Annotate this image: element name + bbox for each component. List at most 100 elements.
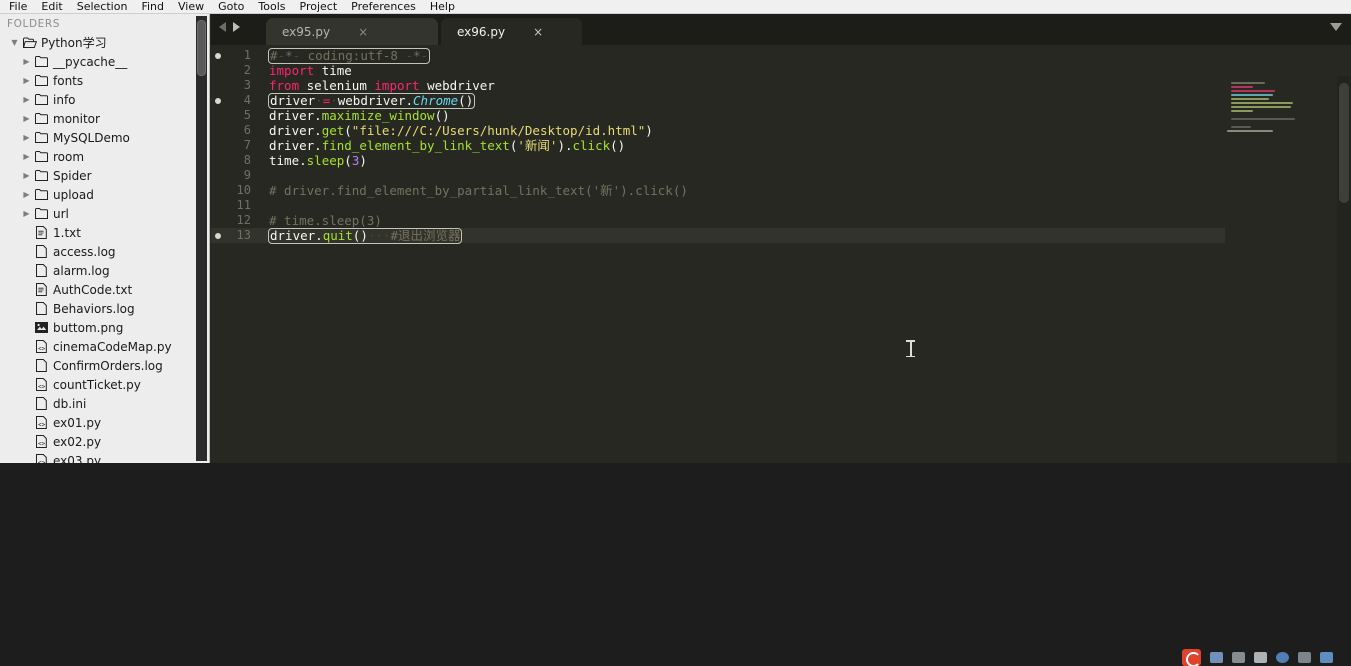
tree-item-file-authcodetxt[interactable]: AuthCode.txt: [0, 280, 209, 299]
tree-file-label: Behaviors.log: [53, 301, 135, 316]
tree-item-file-ex03py[interactable]: <> ex03.py: [0, 451, 209, 463]
code-line[interactable]: 11: [211, 198, 1351, 213]
line-number: 7: [243, 138, 251, 152]
menu-find[interactable]: Find: [134, 0, 171, 13]
chevron-right-icon[interactable]: ▶: [20, 152, 33, 161]
tree-item-folder-spider[interactable]: ▶ Spider: [0, 166, 209, 185]
line-marker-empty: [211, 213, 225, 228]
menu-tools[interactable]: Tools: [251, 0, 292, 13]
tree-folder-label: Spider: [53, 168, 92, 183]
menu-edit[interactable]: Edit: [34, 0, 69, 13]
tree-item-folder-info[interactable]: ▶ info: [0, 90, 209, 109]
tree-folder-label: monitor: [53, 111, 100, 126]
svg-text:<>: <>: [38, 384, 46, 391]
tree-item-folder-fonts[interactable]: ▶ fonts: [0, 71, 209, 90]
chevron-down-icon[interactable]: ▼: [8, 38, 21, 47]
chevron-right-icon[interactable]: ▶: [20, 57, 33, 66]
sogou-ime-icon[interactable]: [1182, 648, 1201, 666]
tree-item-file-accesslog[interactable]: access.log: [0, 242, 209, 261]
tree-item-file-cinemacodemappy[interactable]: <> cinemaCodeMap.py: [0, 337, 209, 356]
tree-item-file-ex01py[interactable]: <> ex01.py: [0, 413, 209, 432]
code-editor[interactable]: 1 #-*- coding:utf-8 -*- 2 import time 3 …: [211, 45, 1351, 463]
chevron-right-icon[interactable]: ▶: [20, 171, 33, 180]
tab-bar: ex95.py × ex96.py ×: [211, 14, 1351, 45]
tree-item-folder-mysqldemo[interactable]: ▶ MySQLDemo: [0, 128, 209, 147]
previous-tab-icon[interactable]: [219, 22, 226, 32]
menu-help[interactable]: Help: [423, 0, 462, 13]
tree-item-file-countticketpy[interactable]: <> countTicket.py: [0, 375, 209, 394]
code-line[interactable]: 4 driver·=·webdriver.Chrome(): [211, 93, 1351, 109]
chevron-right-icon[interactable]: ▶: [20, 190, 33, 199]
tab-ex96[interactable]: ex96.py ×: [441, 18, 582, 45]
python-file-icon: <>: [33, 454, 50, 463]
code-line[interactable]: 3 from selenium import webdriver: [211, 78, 1351, 93]
code-text: # driver.find_element_by_partial_link_te…: [269, 183, 688, 198]
python-file-icon: <>: [33, 378, 50, 391]
code-text: driver.find_element_by_link_text('新闻').c…: [269, 138, 626, 153]
file-icon: [33, 397, 50, 410]
menu-view[interactable]: View: [171, 0, 211, 13]
tree-folder-label: MySQLDemo: [53, 130, 130, 145]
tree-item-folder-pycache[interactable]: ▶ __pycache__: [0, 52, 209, 71]
tree-item-file-alarmlog[interactable]: alarm.log: [0, 261, 209, 280]
code-text: #-*- coding:utf-8 -*-: [267, 48, 431, 64]
line-marker-empty: [211, 138, 225, 153]
sidebar-scrollbar-track[interactable]: [196, 16, 207, 461]
code-line-current[interactable]: 13 driver.quit()···#退出浏览器: [211, 228, 1351, 244]
close-icon[interactable]: ×: [533, 26, 543, 38]
line-marker-empty: [211, 123, 225, 138]
tree-item-file-confirmorderslog[interactable]: ConfirmOrders.log: [0, 356, 209, 375]
tree-item-file-1txt[interactable]: 1.txt: [0, 223, 209, 242]
code-line[interactable]: 12 # time.sleep(3): [211, 213, 1351, 228]
menu-preferences[interactable]: Preferences: [344, 0, 423, 13]
ime-tool-icon-4[interactable]: [1276, 651, 1289, 663]
tree-item-folder-monitor[interactable]: ▶ monitor: [0, 109, 209, 128]
tree-item-folder-upload[interactable]: ▶ upload: [0, 185, 209, 204]
tree-folder-label: fonts: [53, 73, 84, 88]
code-line[interactable]: 9: [211, 168, 1351, 183]
tree-item-folder-url[interactable]: ▶ url: [0, 204, 209, 223]
line-number: 8: [243, 153, 251, 167]
code-line[interactable]: 10 # driver.find_element_by_partial_link…: [211, 183, 1351, 198]
menu-goto[interactable]: Goto: [211, 0, 251, 13]
ime-tool-icon-6[interactable]: [1320, 651, 1333, 663]
line-number: 4: [243, 93, 251, 107]
menu-selection[interactable]: Selection: [70, 0, 135, 13]
tree-item-root-folder[interactable]: ▼ Python学习: [0, 33, 209, 52]
editor-scrollbar-thumb[interactable]: [1339, 83, 1349, 203]
tree-file-label: buttom.png: [53, 320, 124, 335]
sidebar-scrollbar-thumb[interactable]: [197, 20, 206, 76]
tree-item-file-buttompng[interactable]: buttom.png: [0, 318, 209, 337]
ime-taskbar[interactable]: [1178, 648, 1351, 666]
chevron-right-icon[interactable]: ▶: [20, 133, 33, 142]
chevron-right-icon[interactable]: ▶: [20, 209, 33, 218]
code-line[interactable]: 5 driver.maximize_window(): [211, 108, 1351, 123]
tree-item-file-dbini[interactable]: db.ini: [0, 394, 209, 413]
chevron-right-icon[interactable]: ▶: [20, 76, 33, 85]
tab-ex95[interactable]: ex95.py ×: [266, 18, 438, 45]
code-line[interactable]: 2 import time: [211, 63, 1351, 78]
tree-item-folder-room[interactable]: ▶ room: [0, 147, 209, 166]
chevron-down-icon[interactable]: [1330, 23, 1342, 31]
chevron-right-icon[interactable]: ▶: [20, 114, 33, 123]
minimap[interactable]: [1225, 76, 1337, 463]
next-tab-icon[interactable]: [233, 22, 240, 32]
code-line[interactable]: 1 #-*- coding:utf-8 -*-: [211, 48, 1351, 64]
ime-tool-icon-3[interactable]: [1254, 651, 1267, 663]
code-line[interactable]: 6 driver.get("file:///C:/Users/hunk/Desk…: [211, 123, 1351, 138]
tree-item-file-ex02py[interactable]: <> ex02.py: [0, 432, 209, 451]
ime-tool-icon-1[interactable]: [1210, 651, 1223, 663]
line-number: 11: [236, 198, 251, 212]
ime-tool-icon-5[interactable]: [1298, 651, 1311, 663]
line-marker-empty: [211, 63, 225, 78]
chevron-right-icon[interactable]: ▶: [20, 95, 33, 104]
python-file-icon: <>: [33, 435, 50, 448]
close-icon[interactable]: ×: [358, 26, 368, 38]
menu-project[interactable]: Project: [293, 0, 345, 13]
line-number: 2: [243, 63, 251, 77]
tree-item-file-behaviorslog[interactable]: Behaviors.log: [0, 299, 209, 318]
code-line[interactable]: 8 time.sleep(3): [211, 153, 1351, 168]
ime-tool-icon-2[interactable]: [1232, 651, 1245, 663]
menu-file[interactable]: File: [2, 0, 34, 13]
code-line[interactable]: 7 driver.find_element_by_link_text('新闻')…: [211, 138, 1351, 153]
